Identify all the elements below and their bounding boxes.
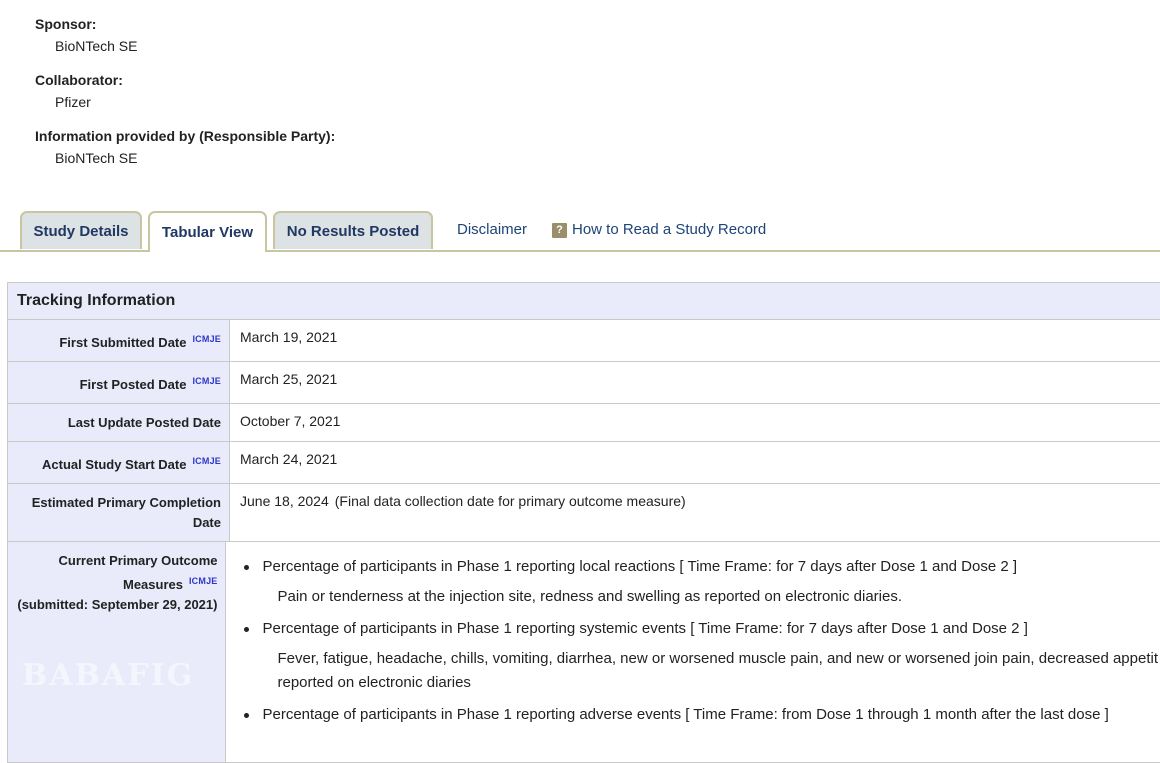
row-value: June 18, 2024 (Final data collection date… xyxy=(240,493,686,509)
outcomes-value: Percentage of participants in Phase 1 re… xyxy=(226,542,1160,762)
collaborator-label: Collaborator: xyxy=(35,72,123,88)
row-label: Estimated Primary Completion Date xyxy=(8,484,230,541)
responsible-party-label: Information provided by (Responsible Par… xyxy=(35,128,336,144)
tab-study-details[interactable]: Study Details xyxy=(20,211,142,249)
completion-note: (Final data collection date for primary … xyxy=(334,493,686,509)
row-label: Actual Study Start Date ICMJE xyxy=(8,442,230,483)
row-value: March 19, 2021 xyxy=(240,329,338,345)
icmje-link[interactable]: ICMJE xyxy=(192,456,221,466)
list-item: Percentage of participants in Phase 1 re… xyxy=(244,619,1158,639)
sponsor-value: BioNTech SE xyxy=(55,38,138,54)
outcomes-label: Current Primary Outcome Measures ICMJE (s… xyxy=(8,542,227,762)
collaborator-section: Collaborator: Pfizer xyxy=(35,72,123,110)
list-item: Percentage of participants in Phase 1 re… xyxy=(244,557,1158,577)
row-value: October 7, 2021 xyxy=(240,413,341,429)
row-value: March 24, 2021 xyxy=(240,451,338,467)
table-row: Actual Study Start Date ICMJE March 24, 2… xyxy=(8,442,1160,484)
table-row: Last Update Posted Date October 7, 2021 xyxy=(8,404,1160,442)
table-title: Tracking Information xyxy=(8,283,1160,320)
how-to-read-label: How to Read a Study Record xyxy=(572,221,767,238)
outcome-description: Pain or tenderness at the injection site… xyxy=(277,588,903,605)
row-label: First Submitted Date ICMJE xyxy=(8,320,230,361)
row-label: First Posted Date ICMJE xyxy=(8,362,230,403)
outcomes-submitted: (submitted: September 29, 2021) xyxy=(17,597,218,612)
table-row-outcomes: Current Primary Outcome Measures ICMJE (s… xyxy=(8,542,1160,763)
icmje-link[interactable]: ICMJE xyxy=(192,334,221,344)
outcome-description: Fever, fatigue, headache, chills, vomiti… xyxy=(277,650,1158,667)
responsible-party-section: Information provided by (Responsible Par… xyxy=(35,128,335,166)
list-item: Percentage of participants in Phase 1 re… xyxy=(244,705,1158,725)
sponsor-label: Sponsor: xyxy=(35,16,97,32)
outcomes-list: Percentage of participants in Phase 1 re… xyxy=(236,557,1158,725)
collaborator-value: Pfizer xyxy=(55,94,91,110)
how-to-read-link[interactable]: ? How to Read a Study Record xyxy=(552,221,766,238)
table-row: Estimated Primary Completion Date June 1… xyxy=(8,484,1160,542)
tab-no-results-posted[interactable]: No Results Posted xyxy=(273,211,433,249)
table-row: First Submitted Date ICMJE March 19, 2021 xyxy=(8,320,1160,362)
outcome-description-cont: reported on electronic diaries xyxy=(277,674,471,691)
disclaimer-link[interactable]: Disclaimer xyxy=(457,221,527,238)
tab-tabular-view[interactable]: Tabular View xyxy=(148,211,267,252)
icmje-link[interactable]: ICMJE xyxy=(189,576,218,586)
row-label: Last Update Posted Date xyxy=(8,404,230,441)
icmje-link[interactable]: ICMJE xyxy=(192,376,221,386)
sponsor-section: Sponsor: BioNTech SE xyxy=(35,16,137,54)
help-icon: ? xyxy=(552,223,567,238)
table-row: First Posted Date ICMJE March 25, 2021 xyxy=(8,362,1160,404)
responsible-party-value: BioNTech SE xyxy=(55,150,138,166)
watermark-logo: BABAFIG xyxy=(22,658,195,693)
row-value: March 25, 2021 xyxy=(240,371,338,387)
